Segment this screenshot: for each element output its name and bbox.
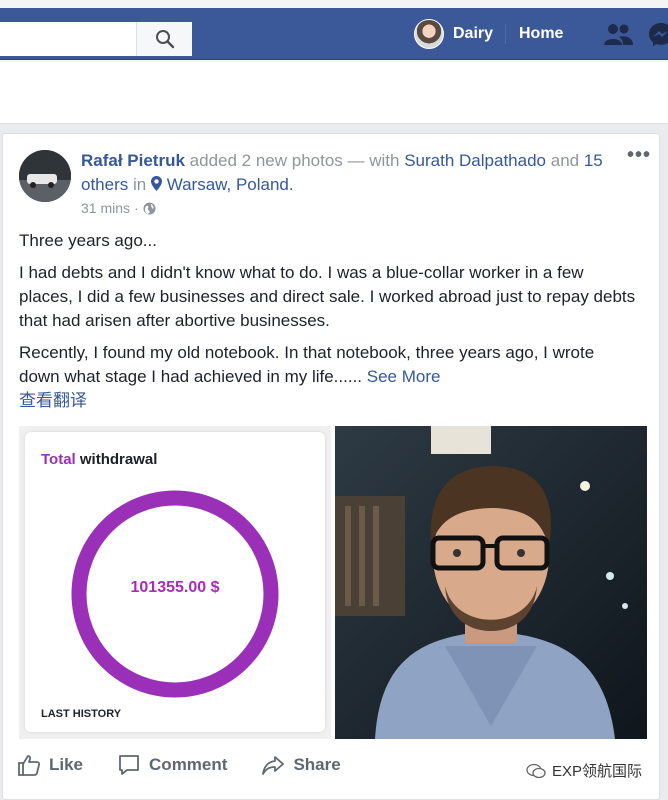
post-body: Three years ago... I had debts and I did… [19,229,639,413]
post-paragraph-text: Recently, I found my old notebook. In th… [19,343,595,386]
post-paragraph: Recently, I found my old notebook. In th… [19,341,639,389]
watermark-text: EXP领航国际 [552,763,643,780]
see-more-link[interactable]: See More [367,367,441,386]
post-header: Rafał Pietruk added 2 new photos — with … [81,149,621,197]
withdrawal-title-rest: withdrawal [79,451,158,468]
action-text: added 2 new photos — with [189,151,400,170]
author-avatar-image [19,150,71,202]
profile-link[interactable]: Dairy [414,17,493,51]
nav-divider [505,24,506,44]
navigation-bar: Dairy Home [0,8,668,60]
share-button[interactable]: Share [261,753,341,777]
thumbs-up-icon [18,755,41,776]
tagged-friend[interactable]: Surath Dalpathado [404,151,546,170]
post-meta: 31 mins · [81,200,156,216]
withdrawal-card: Total withdrawal 101355.00 $ LAST HISTOR… [25,432,325,732]
search-button[interactable] [136,22,192,56]
composer-area [0,62,668,124]
withdrawal-amount: 101355.00 $ [130,579,220,596]
top-bar: Dairy Home [0,0,668,62]
messenger-icon[interactable] [648,21,668,47]
comment-label: Comment [149,755,228,774]
in-text: in [132,175,147,194]
post-paragraph: I had debts and I didn't know what to do… [19,263,636,330]
wechat-icon [526,763,546,778]
search-box [0,22,192,56]
photo-selfie[interactable] [335,426,647,739]
like-button[interactable]: Like [17,753,83,777]
meta-separator: · [134,200,139,216]
search-icon [155,30,174,49]
withdrawal-title: Total withdrawal [41,451,157,468]
and-text: and [550,151,580,170]
watermark: EXP领航国际 [526,760,642,781]
share-label: Share [293,755,341,774]
comment-icon [119,755,139,775]
last-history-label: LAST HISTORY [41,708,122,720]
withdrawal-title-accent: Total [41,451,76,468]
author-name[interactable]: Rafał Pietruk [81,151,185,170]
see-translation-link[interactable]: 查看翻译 [19,389,639,413]
location-pin-icon [150,176,162,191]
home-link[interactable]: Home [519,25,563,43]
photo-withdrawal-screenshot[interactable]: Total withdrawal 101355.00 $ LAST HISTOR… [19,426,331,739]
globe-icon [143,202,156,214]
post-time[interactable]: 31 mins [81,200,130,216]
post-paragraph: Three years ago... [19,231,157,250]
comment-button[interactable]: Comment [117,753,227,777]
more-options-button[interactable]: ••• [627,144,651,167]
author-avatar[interactable] [19,150,71,202]
post-card: Rafał Pietruk added 2 new photos — with … [2,133,660,800]
share-icon [262,756,285,775]
location-link[interactable]: Warsaw, Poland. [167,175,294,194]
selfie-image [335,426,647,739]
friends-icon[interactable] [602,22,634,46]
avatar [414,19,444,49]
search-input[interactable] [0,22,136,56]
like-label: Like [49,755,84,774]
profile-name: Dairy [453,25,494,42]
